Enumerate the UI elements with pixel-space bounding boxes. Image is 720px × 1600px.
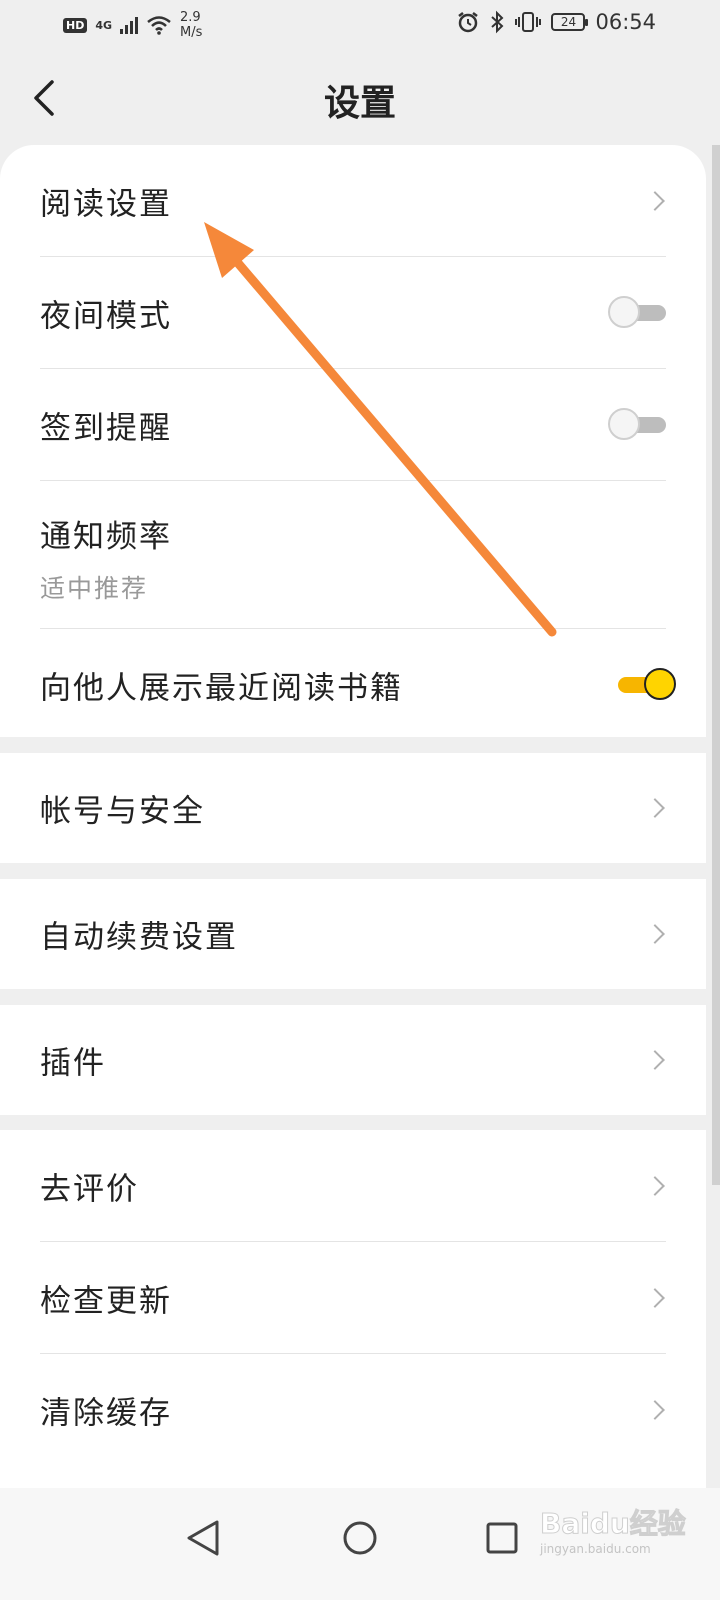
battery-level: 24 bbox=[560, 15, 577, 29]
auto-renew-item[interactable]: 自动续费设置 bbox=[40, 879, 666, 989]
more-card: 去评价 检查更新 清除缓存 bbox=[0, 1130, 706, 1488]
nav-recent-apps-icon[interactable] bbox=[472, 1508, 532, 1568]
wifi-icon bbox=[147, 16, 171, 35]
status-right: 24 06:54 bbox=[457, 10, 656, 34]
scrollbar[interactable] bbox=[712, 145, 720, 1185]
page-title: 设置 bbox=[323, 82, 396, 124]
notify-frequency-value: 适中推荐 bbox=[40, 574, 149, 603]
status-bar: HD 4G 2.9 M/s 24 06:54 bbox=[0, 0, 720, 50]
network-speed: 2.9 M/s bbox=[180, 10, 202, 40]
chevron-right-icon bbox=[645, 1175, 665, 1196]
account-security-item[interactable]: 帐号与安全 bbox=[40, 753, 666, 863]
plugins-card: 插件 bbox=[0, 1005, 706, 1115]
auto-renew-label: 自动续费设置 bbox=[40, 919, 238, 956]
toggle-knob bbox=[608, 407, 640, 440]
app-header: 设置 bbox=[0, 50, 720, 145]
chevron-right-icon bbox=[645, 798, 665, 818]
checkin-reminder-label: 签到提醒 bbox=[40, 410, 172, 446]
reading-settings-item[interactable]: 阅读设置 bbox=[40, 145, 666, 257]
watermark-logo: Baidu经验 bbox=[540, 1507, 687, 1541]
rate-label: 去评价 bbox=[40, 1171, 139, 1207]
checkin-reminder-toggle[interactable] bbox=[608, 407, 666, 443]
network-type: 4G bbox=[95, 18, 113, 32]
night-mode-label: 夜间模式 bbox=[40, 298, 172, 334]
alarm-icon bbox=[458, 12, 479, 33]
plugins-item[interactable]: 插件 bbox=[40, 1005, 666, 1115]
speed-unit: M/s bbox=[180, 25, 203, 40]
rate-item[interactable]: 去评价 bbox=[40, 1130, 666, 1242]
status-left: HD 4G 2.9 M/s bbox=[63, 10, 202, 40]
toggle-knob bbox=[608, 295, 640, 328]
reading-settings-label: 阅读设置 bbox=[40, 186, 172, 222]
nav-back-icon[interactable] bbox=[173, 1508, 233, 1568]
show-recent-books-label: 向他人展示最近阅读书籍 bbox=[40, 670, 403, 706]
checkin-reminder-item: 签到提醒 bbox=[40, 369, 666, 481]
watermark-url: jingyan.baidu.com bbox=[540, 1542, 651, 1556]
check-update-item[interactable]: 检查更新 bbox=[40, 1242, 666, 1354]
toggle-knob bbox=[644, 667, 676, 700]
notify-frequency-label: 通知频率 bbox=[40, 519, 172, 555]
chevron-right-icon bbox=[645, 1050, 665, 1070]
battery-icon: 24 bbox=[551, 13, 589, 31]
night-mode-item: 夜间模式 bbox=[40, 257, 666, 369]
account-card: 帐号与安全 bbox=[0, 753, 706, 863]
show-recent-books-item: 向他人展示最近阅读书籍 bbox=[40, 629, 676, 740]
plugins-label: 插件 bbox=[40, 1045, 106, 1082]
clock: 06:54 bbox=[595, 10, 656, 34]
signal-icon bbox=[120, 16, 139, 34]
clear-cache-item[interactable]: 清除缓存 bbox=[40, 1354, 666, 1465]
hd-badge: HD bbox=[63, 17, 88, 33]
vibrate-icon bbox=[515, 12, 542, 32]
auto-renew-card: 自动续费设置 bbox=[0, 879, 706, 989]
account-security-label: 帐号与安全 bbox=[40, 793, 205, 830]
clear-cache-label: 清除缓存 bbox=[40, 1395, 172, 1431]
chevron-right-icon bbox=[645, 190, 665, 211]
bluetooth-icon bbox=[491, 10, 504, 34]
notify-frequency-item[interactable]: 通知频率 适中推荐 bbox=[40, 481, 666, 629]
chevron-right-icon bbox=[645, 924, 665, 944]
chevron-right-icon bbox=[645, 1399, 665, 1420]
night-mode-toggle[interactable] bbox=[608, 295, 666, 331]
nav-home-icon[interactable] bbox=[330, 1508, 390, 1568]
speed-value: 2.9 bbox=[180, 10, 201, 25]
check-update-label: 检查更新 bbox=[40, 1283, 172, 1319]
chevron-right-icon bbox=[645, 1287, 665, 1308]
show-recent-books-toggle[interactable] bbox=[618, 667, 676, 703]
main-settings-card: 阅读设置 夜间模式 签到提醒 通知频率 适中推荐 向他人展示最近阅读书籍 bbox=[0, 145, 706, 737]
